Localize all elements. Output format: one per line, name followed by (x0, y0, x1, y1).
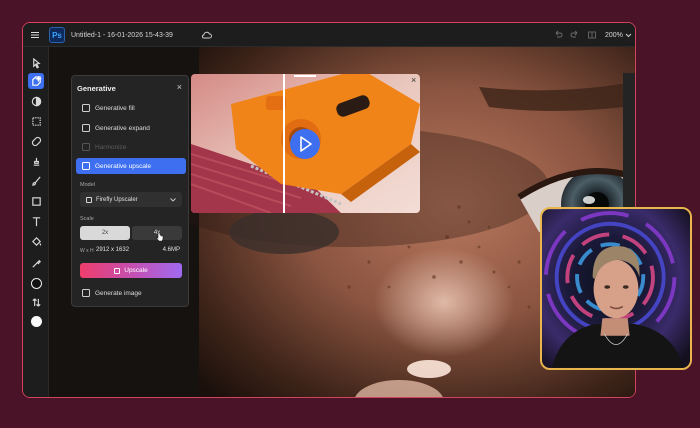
generate-image-label: Generate image (95, 289, 142, 297)
generative-fill-label: Generative fill (95, 104, 135, 112)
hamburger-menu-icon[interactable] (30, 23, 40, 47)
model-value: Firefly Upscaler (96, 196, 138, 203)
upscale-icon (114, 267, 121, 274)
panel-title: Generative (77, 84, 116, 93)
megapixels-value: 4.6MP (162, 247, 180, 253)
generative-expand-label: Generative expand (95, 124, 150, 132)
model-dropdown[interactable]: Firefly Upscaler (80, 192, 182, 207)
play-button[interactable] (290, 129, 320, 159)
adjustment-icon[interactable] (28, 93, 44, 109)
swap-colors-icon[interactable] (28, 294, 44, 310)
type-tool-icon[interactable] (28, 213, 44, 229)
generative-expand-item[interactable]: Generative expand (76, 120, 186, 136)
generative-fill-item[interactable]: Generative fill (76, 100, 186, 116)
scale-label: Scale (80, 216, 94, 222)
paint-bucket-icon[interactable] (28, 233, 44, 249)
generative-tool-icon[interactable] (28, 73, 44, 89)
zoom-level[interactable]: 200% (605, 23, 623, 47)
upscale-preview-video[interactable]: × (191, 74, 420, 213)
hand-cursor-icon (156, 232, 164, 242)
scale-2x-button[interactable]: 2x (80, 226, 130, 240)
harmonize-icon (82, 143, 90, 151)
dimensions-value: 2912 x 1632 (96, 247, 130, 253)
close-icon[interactable]: × (177, 83, 182, 92)
left-toolbar (23, 47, 49, 397)
undo-icon[interactable] (553, 23, 563, 47)
generative-upscale-label: Generative upscale (95, 162, 152, 170)
compare-icon[interactable] (587, 23, 597, 47)
app-logo[interactable]: Ps (49, 27, 65, 43)
brush-tool-icon[interactable] (28, 173, 44, 189)
generate-image-icon (82, 289, 90, 297)
healing-brush-icon[interactable] (28, 133, 44, 149)
document-title[interactable]: Untitled-1 - 16-01-2026 15-43-39 (71, 23, 173, 47)
generative-fill-icon (82, 104, 90, 112)
eyedropper-icon[interactable] (28, 255, 44, 271)
foreground-color-swatch[interactable] (28, 275, 44, 291)
generative-expand-icon (82, 124, 90, 132)
crop-select-icon[interactable] (28, 113, 44, 129)
cloud-icon[interactable] (201, 23, 212, 47)
presenter-webcam-overlay (540, 207, 692, 370)
model-label: Model (80, 182, 95, 188)
harmonize-label: Harmonize (95, 143, 127, 151)
move-tool-icon[interactable] (28, 55, 44, 71)
dimensions-label: W x H (80, 248, 94, 254)
top-bar: Ps Untitled-1 - 16-01-2026 15-43-39 200% (23, 23, 635, 47)
shape-tool-icon[interactable] (28, 193, 44, 209)
generative-panel: Generative × Generative fill Generative … (71, 75, 189, 307)
close-icon[interactable]: × (411, 75, 416, 85)
background-color-swatch[interactable] (28, 313, 44, 329)
harmonize-item[interactable]: Harmonize (76, 139, 186, 155)
chevron-down-icon (170, 197, 176, 202)
firefly-icon (86, 196, 92, 203)
chevron-down-icon[interactable] (625, 23, 632, 47)
clone-stamp-icon[interactable] (28, 153, 44, 169)
redo-icon[interactable] (570, 23, 580, 47)
upscale-button[interactable]: Upscale (80, 263, 182, 278)
generate-image-item[interactable]: Generate image (76, 285, 186, 301)
generative-upscale-icon (82, 162, 90, 170)
upscale-button-label: Upscale (124, 267, 148, 274)
right-panel-edge (623, 73, 635, 223)
generative-upscale-item[interactable]: Generative upscale (76, 158, 186, 174)
